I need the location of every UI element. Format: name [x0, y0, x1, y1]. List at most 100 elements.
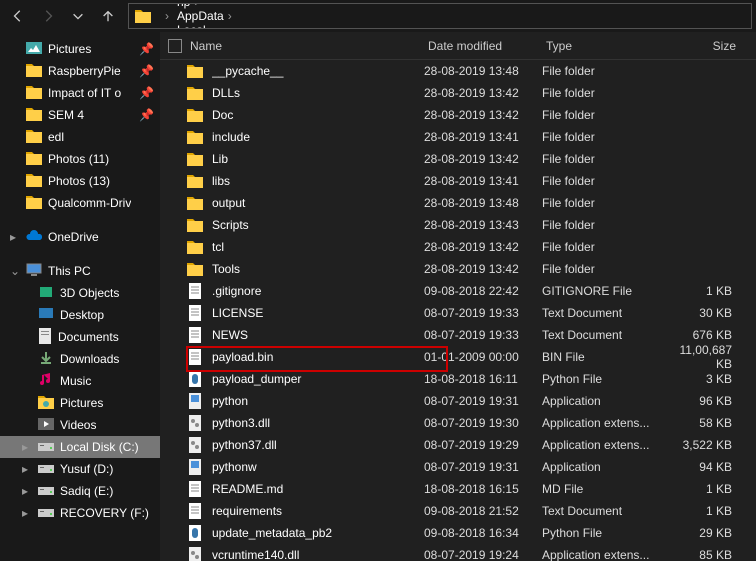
nav-item[interactable]: Impact of IT o📌 — [0, 82, 160, 104]
file-date: 08-07-2019 19:33 — [424, 328, 542, 342]
file-size: 30 KB — [662, 306, 742, 320]
column-header-row: Name Date modified Type Size — [160, 32, 756, 60]
nav-pane: Pictures📌RaspberryPie📌Impact of IT o📌SEM… — [0, 32, 160, 561]
file-name: include — [212, 130, 424, 144]
app-icon — [186, 458, 204, 476]
nav-label: SEM 4 — [48, 108, 84, 122]
file-row[interactable]: Tools28-08-2019 13:42File folder — [160, 258, 756, 280]
file-row[interactable]: Doc28-08-2019 13:42File folder — [160, 104, 756, 126]
file-row[interactable]: include28-08-2019 13:41File folder — [160, 126, 756, 148]
nav-label: Yusuf (D:) — [60, 462, 113, 476]
file-row[interactable]: tcl28-08-2019 13:42File folder — [160, 236, 756, 258]
chevron-icon: ▸ — [22, 462, 32, 476]
nav-item[interactable]: Pictures — [0, 392, 160, 414]
file-name: pythonw — [212, 460, 424, 474]
address-bar[interactable]: › This PC›Local Disk (C:)›Users›hp›AppDa… — [128, 3, 752, 29]
file-row[interactable]: payload.bin01-01-2009 00:00BIN File11,00… — [160, 346, 756, 368]
folder-icon — [26, 129, 42, 146]
nav-item[interactable]: Photos (11) — [0, 148, 160, 170]
file-row[interactable]: DLLs28-08-2019 13:42File folder — [160, 82, 756, 104]
column-size[interactable]: Size — [666, 39, 746, 53]
file-row[interactable]: LICENSE08-07-2019 19:33Text Document30 K… — [160, 302, 756, 324]
file-row[interactable]: Lib28-08-2019 13:42File folder — [160, 148, 756, 170]
up-button[interactable] — [94, 2, 122, 30]
file-row[interactable]: output28-08-2019 13:48File folder — [160, 192, 756, 214]
nav-label: Pictures — [48, 42, 91, 56]
breadcrumb-chevron[interactable]: › — [157, 9, 173, 23]
forward-button[interactable] — [34, 2, 62, 30]
file-type: BIN File — [542, 350, 662, 364]
file-size: 94 KB — [662, 460, 742, 474]
file-row[interactable]: python08-07-2019 19:31Application96 KB — [160, 390, 756, 412]
column-type[interactable]: Type — [546, 39, 666, 53]
nav-item[interactable]: Photos (13) — [0, 170, 160, 192]
select-all-checkbox[interactable] — [168, 39, 182, 53]
file-date: 01-01-2009 00:00 — [424, 350, 542, 364]
nav-this-pc[interactable]: ⌄ This PC — [0, 260, 160, 282]
nav-item[interactable]: ▸Sadiq (E:) — [0, 480, 160, 502]
file-row[interactable]: python37.dll08-07-2019 19:29Application … — [160, 434, 756, 456]
folder-icon — [26, 63, 42, 80]
file-row[interactable]: pythonw08-07-2019 19:31Application94 KB — [160, 456, 756, 478]
file-row[interactable]: README.md18-08-2018 16:15MD File1 KB — [160, 478, 756, 500]
nav-label: RECOVERY (F:) — [60, 506, 149, 520]
nav-item[interactable]: Desktop — [0, 304, 160, 326]
file-date: 28-08-2019 13:42 — [424, 108, 542, 122]
file-size: 3 KB — [662, 372, 742, 386]
nav-label: This PC — [48, 264, 91, 278]
file-row[interactable]: Scripts28-08-2019 13:43File folder — [160, 214, 756, 236]
nav-item[interactable]: 3D Objects — [0, 282, 160, 304]
file-icon — [186, 502, 204, 520]
breadcrumb-item[interactable]: Local› — [173, 23, 268, 29]
nav-item[interactable]: Downloads — [0, 348, 160, 370]
file-row[interactable]: libs28-08-2019 13:41File folder — [160, 170, 756, 192]
file-row[interactable]: python3.dll08-07-2019 19:30Application e… — [160, 412, 756, 434]
nav-item[interactable]: ▸RECOVERY (F:) — [0, 502, 160, 524]
file-size: 96 KB — [662, 394, 742, 408]
column-date[interactable]: Date modified — [428, 39, 546, 53]
breadcrumb-item[interactable]: AppData› — [173, 9, 268, 23]
file-row[interactable]: requirements09-08-2018 21:52Text Documen… — [160, 500, 756, 522]
nav-item[interactable]: Pictures📌 — [0, 38, 160, 60]
music-icon — [38, 372, 54, 391]
py-icon — [186, 524, 204, 542]
nav-item[interactable]: edl — [0, 126, 160, 148]
nav-label: Sadiq (E:) — [60, 484, 113, 498]
nav-label: 3D Objects — [60, 286, 119, 300]
file-date: 28-08-2019 13:43 — [424, 218, 542, 232]
file-date: 28-08-2019 13:41 — [424, 130, 542, 144]
file-icon — [186, 480, 204, 498]
file-row[interactable]: payload_dumper18-08-2018 16:11Python Fil… — [160, 368, 756, 390]
nav-item[interactable]: ▸ Yusuf (D:) — [0, 458, 160, 480]
nav-item[interactable]: RaspberryPie📌 — [0, 60, 160, 82]
nav-item[interactable]: Qualcomm-Driv — [0, 192, 160, 214]
file-row[interactable]: .gitignore09-08-2018 22:42GITIGNORE File… — [160, 280, 756, 302]
file-type: File folder — [542, 86, 662, 100]
file-size: 1 KB — [662, 504, 742, 518]
file-icon — [186, 282, 204, 300]
file-row[interactable]: __pycache__28-08-2019 13:48File folder — [160, 60, 756, 82]
nav-item[interactable]: SEM 4📌 — [0, 104, 160, 126]
file-type: File folder — [542, 108, 662, 122]
file-size: 1 KB — [662, 284, 742, 298]
nav-item[interactable]: Videos — [0, 414, 160, 436]
drive-icon — [38, 440, 54, 455]
back-button[interactable] — [4, 2, 32, 30]
nav-item[interactable]: Documents — [0, 326, 160, 348]
nav-item[interactable]: Music — [0, 370, 160, 392]
nav-item[interactable]: ▸Local Disk (C:) — [0, 436, 160, 458]
py-icon — [186, 370, 204, 388]
toolbar: › This PC›Local Disk (C:)›Users›hp›AppDa… — [0, 0, 756, 32]
file-type: Text Document — [542, 328, 662, 342]
file-row[interactable]: update_metadata_pb209-08-2018 16:34Pytho… — [160, 522, 756, 544]
recent-button[interactable] — [64, 2, 92, 30]
nav-label: OneDrive — [48, 230, 99, 244]
file-date: 09-08-2018 21:52 — [424, 504, 542, 518]
column-name[interactable]: Name — [190, 39, 428, 53]
file-size: 85 KB — [662, 548, 742, 561]
file-name: vcruntime140.dll — [212, 548, 424, 561]
file-type: File folder — [542, 130, 662, 144]
file-row[interactable]: vcruntime140.dll08-07-2019 19:24Applicat… — [160, 544, 756, 561]
nav-onedrive[interactable]: ▸ OneDrive — [0, 226, 160, 248]
file-type: File folder — [542, 240, 662, 254]
